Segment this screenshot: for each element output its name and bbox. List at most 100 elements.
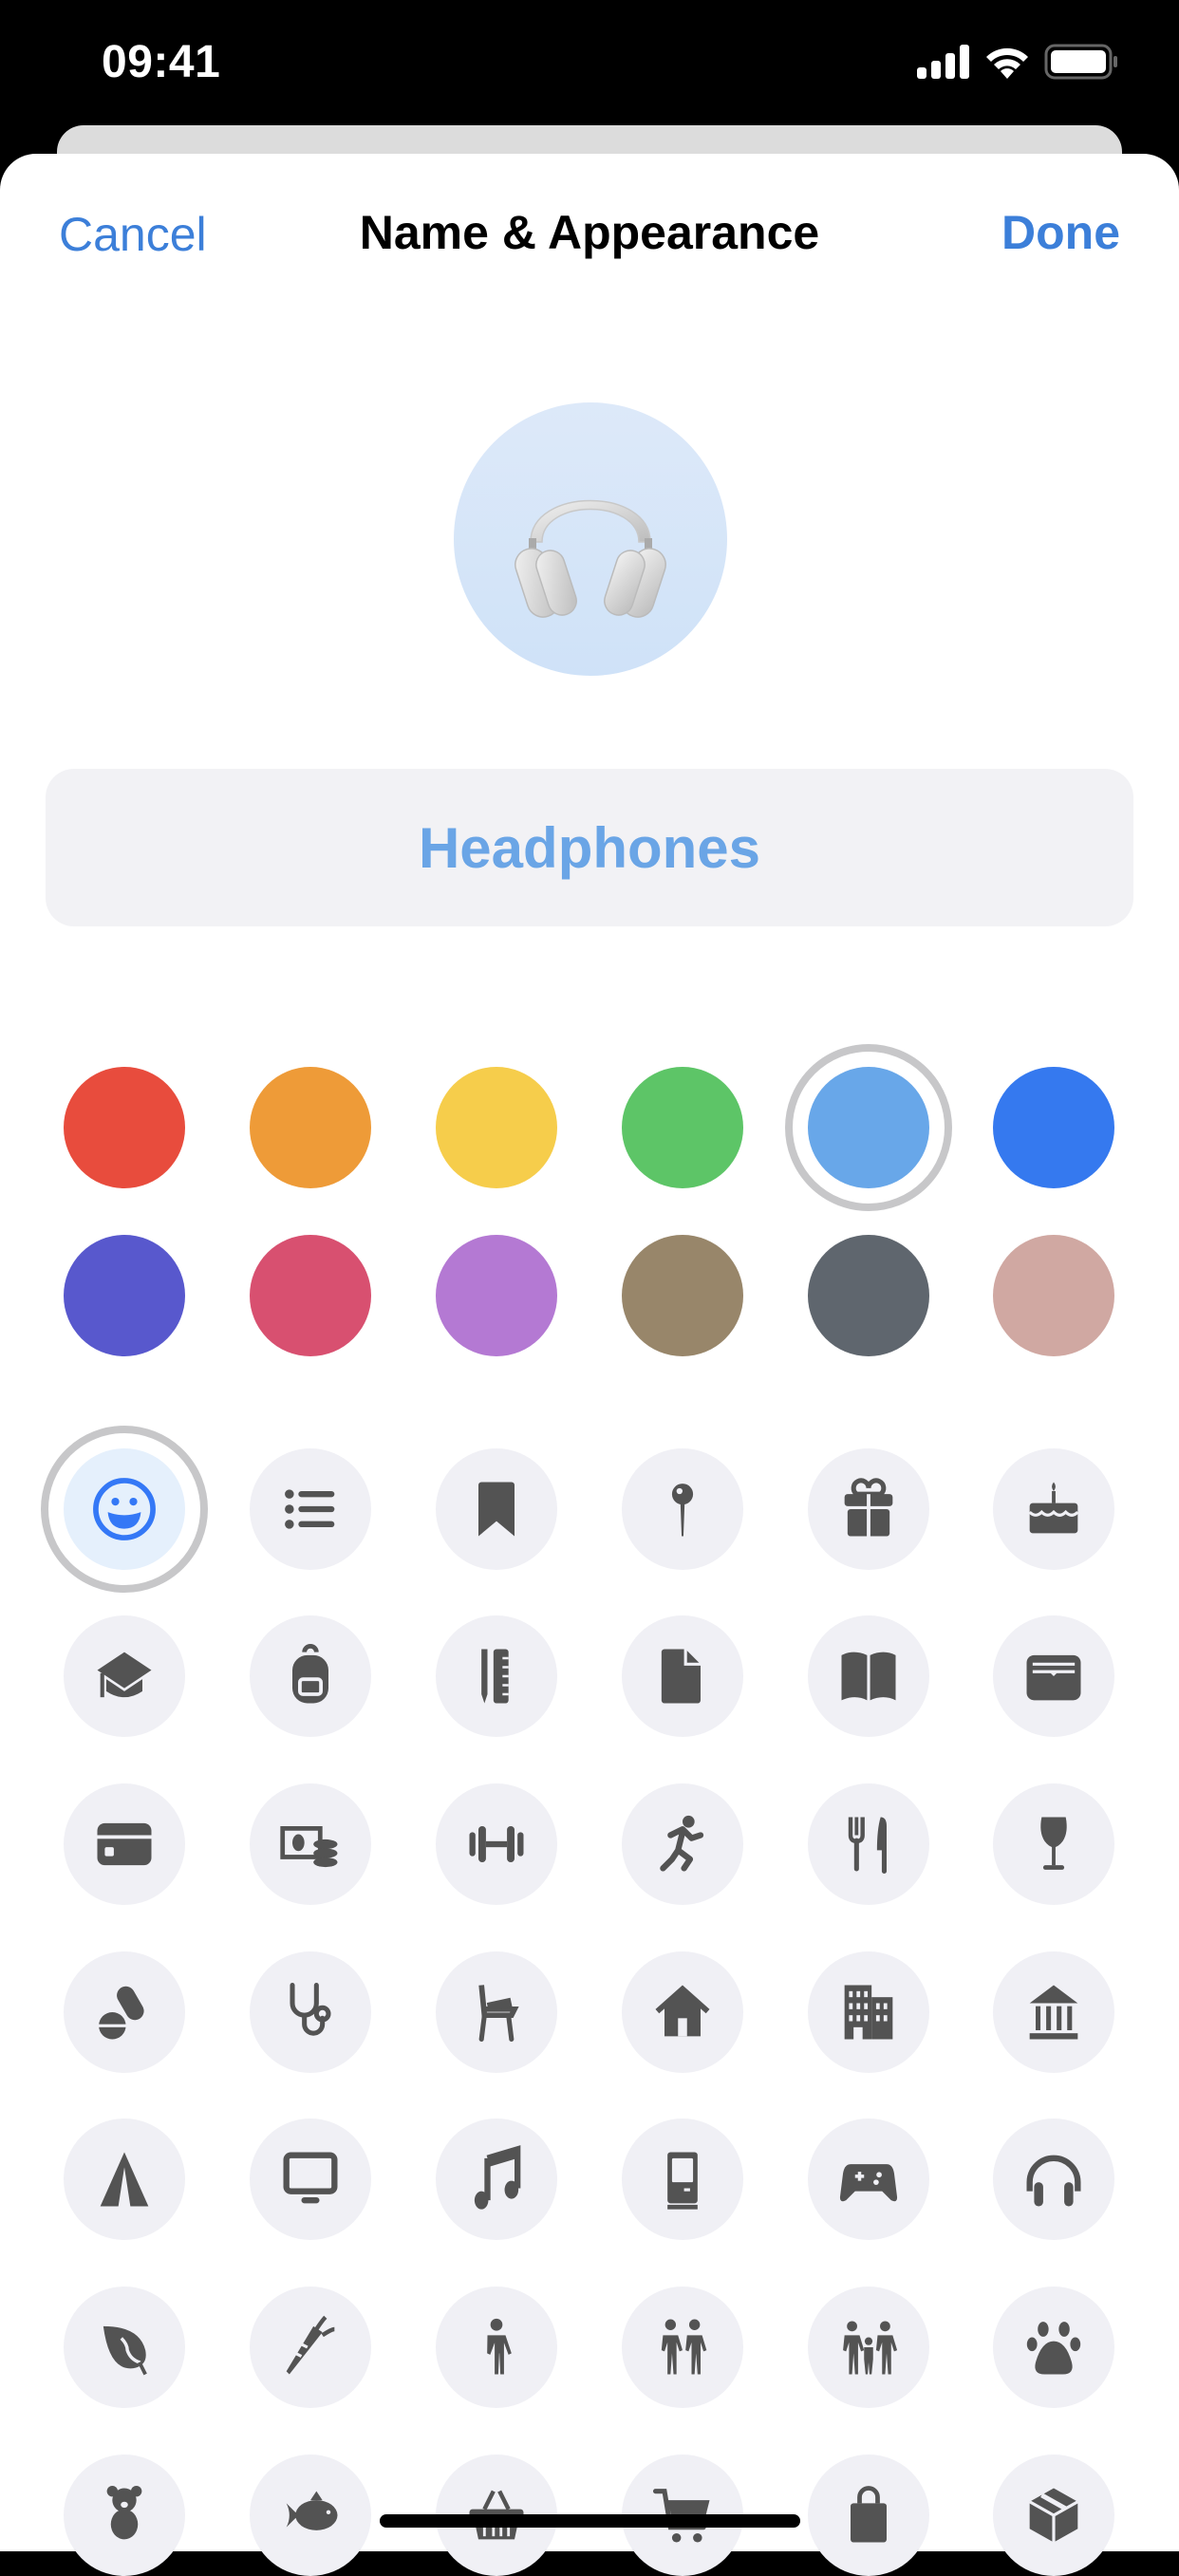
music-note-icon (474, 2145, 521, 2210)
color-swatch-indigo[interactable] (64, 1235, 185, 1356)
wine-glass-icon (1040, 1817, 1067, 1870)
desktop-display-icon (283, 2152, 338, 2204)
color-swatch-dark-gray[interactable] (808, 1235, 929, 1356)
two-people-icon (661, 2319, 707, 2375)
dumbbell-icon (469, 1826, 524, 1862)
icon-option-pin[interactable] (622, 1448, 743, 1570)
birthday-cake-icon (1028, 1482, 1079, 1534)
gift-icon (844, 1478, 893, 1537)
icon-option-chair[interactable] (436, 1951, 557, 2073)
icon-option-pills[interactable] (64, 1951, 185, 2073)
name-field[interactable] (46, 769, 1133, 926)
cellular-signal-icon (917, 45, 969, 79)
color-swatch-blue[interactable] (993, 1067, 1114, 1188)
icon-option-backpack[interactable] (250, 1615, 371, 1737)
icon-option-dumbbell[interactable] (436, 1783, 557, 1905)
shopping-bag-icon (851, 2486, 887, 2543)
battery-icon (1044, 44, 1117, 80)
icon-option-credit-card[interactable] (64, 1783, 185, 1905)
done-button[interactable]: Done (1001, 205, 1120, 260)
list-bullet-icon (285, 1489, 335, 1529)
icon-option-fish[interactable] (250, 2455, 371, 2576)
graduation-cap-icon (97, 1652, 152, 1698)
icon-option-document[interactable] (622, 1615, 743, 1737)
icon-option-bookmark[interactable] (436, 1448, 557, 1570)
leaf-icon (103, 2325, 147, 2376)
money-coins-icon (280, 1826, 338, 1868)
icon-option-pencil-ruler[interactable] (436, 1615, 557, 1737)
icon-option-stethoscope[interactable] (250, 1951, 371, 2073)
fork-knife-icon (848, 1817, 887, 1875)
icon-option-money-coins[interactable] (250, 1783, 371, 1905)
avatar (454, 402, 727, 676)
icon-option-package-box[interactable] (993, 2455, 1114, 2576)
icon-option-graduation-cap[interactable] (64, 1615, 185, 1737)
paw-print-icon (1026, 2322, 1081, 2375)
icon-option-computer-tower[interactable] (622, 2119, 743, 2240)
icon-option-headphones[interactable] (993, 2119, 1114, 2240)
icon-option-bank-columns[interactable] (993, 1951, 1114, 2073)
color-swatch-rose-gold[interactable] (993, 1235, 1114, 1356)
color-swatch-purple[interactable] (436, 1235, 557, 1356)
icon-option-carrot[interactable] (250, 2287, 371, 2408)
smiley-icon (93, 1478, 156, 1540)
office-building-icon (844, 1985, 893, 2040)
headphones-emoji-icon (515, 499, 666, 618)
icon-option-birthday-cake[interactable] (993, 1448, 1114, 1570)
icon-option-tent[interactable] (64, 2119, 185, 2240)
icon-option-wine-glass[interactable] (993, 1783, 1114, 1905)
icon-option-leaf[interactable] (64, 2287, 185, 2408)
home-indicator[interactable] (380, 2514, 800, 2528)
running-figure-icon (660, 1815, 704, 1872)
icon-option-gift[interactable] (808, 1448, 929, 1570)
name-input[interactable] (46, 813, 1133, 882)
icon-option-office-building[interactable] (808, 1951, 929, 2073)
icon-option-smiley[interactable] (41, 1426, 208, 1593)
color-swatch-brown[interactable] (622, 1235, 743, 1356)
icon-option-person[interactable] (436, 2287, 557, 2408)
color-swatch-pink[interactable] (250, 1235, 371, 1356)
headphones-icon (1026, 2155, 1081, 2207)
icon-option-running-figure[interactable] (622, 1783, 743, 1905)
icon-option-shopping-bag[interactable] (808, 2455, 929, 2576)
pin-icon (671, 1484, 694, 1537)
archive-tray-icon (1026, 1654, 1081, 1701)
pills-icon (97, 1986, 144, 2040)
icon-option-paw-print[interactable] (993, 2287, 1114, 2408)
stethoscope-icon (290, 1982, 331, 2036)
icon-option-two-people[interactable] (622, 2287, 743, 2408)
family-icon (843, 2321, 898, 2375)
icon-option-fork-knife[interactable] (808, 1783, 929, 1905)
teddy-bear-icon (106, 2485, 142, 2540)
computer-tower-icon (667, 2152, 698, 2210)
game-controller-icon (839, 2164, 898, 2202)
person-icon (487, 2318, 512, 2375)
icon-option-book[interactable] (808, 1615, 929, 1737)
fish-icon (286, 2491, 338, 2530)
pencil-ruler-icon (481, 1649, 509, 1704)
status-time: 09:41 (102, 37, 221, 87)
chair-icon (478, 1985, 519, 2043)
bookmark-icon (478, 1482, 515, 1537)
icon-option-music-note[interactable] (436, 2119, 557, 2240)
icon-option-game-controller[interactable] (808, 2119, 929, 2240)
wifi-icon (986, 47, 1028, 79)
icon-option-house[interactable] (622, 1951, 743, 2073)
icon-option-desktop-display[interactable] (250, 2119, 371, 2240)
carrot-icon (286, 2315, 335, 2375)
book-icon (841, 1652, 896, 1701)
icon-option-family[interactable] (808, 2287, 929, 2408)
icon-option-archive-tray[interactable] (993, 1615, 1114, 1737)
credit-card-icon (97, 1822, 152, 1866)
icon-option-list-bullet[interactable] (250, 1448, 371, 1570)
bank-columns-icon (1029, 1985, 1078, 2040)
color-swatch-red[interactable] (64, 1067, 185, 1188)
color-swatch-light-blue[interactable] (785, 1044, 952, 1211)
color-swatch-yellow[interactable] (436, 1067, 557, 1188)
color-swatch-green[interactable] (622, 1067, 743, 1188)
package-box-icon (1028, 2488, 1079, 2543)
house-icon (655, 1985, 710, 2037)
backpack-icon (292, 1643, 328, 1704)
icon-option-teddy-bear[interactable] (64, 2455, 185, 2576)
color-swatch-orange[interactable] (250, 1067, 371, 1188)
